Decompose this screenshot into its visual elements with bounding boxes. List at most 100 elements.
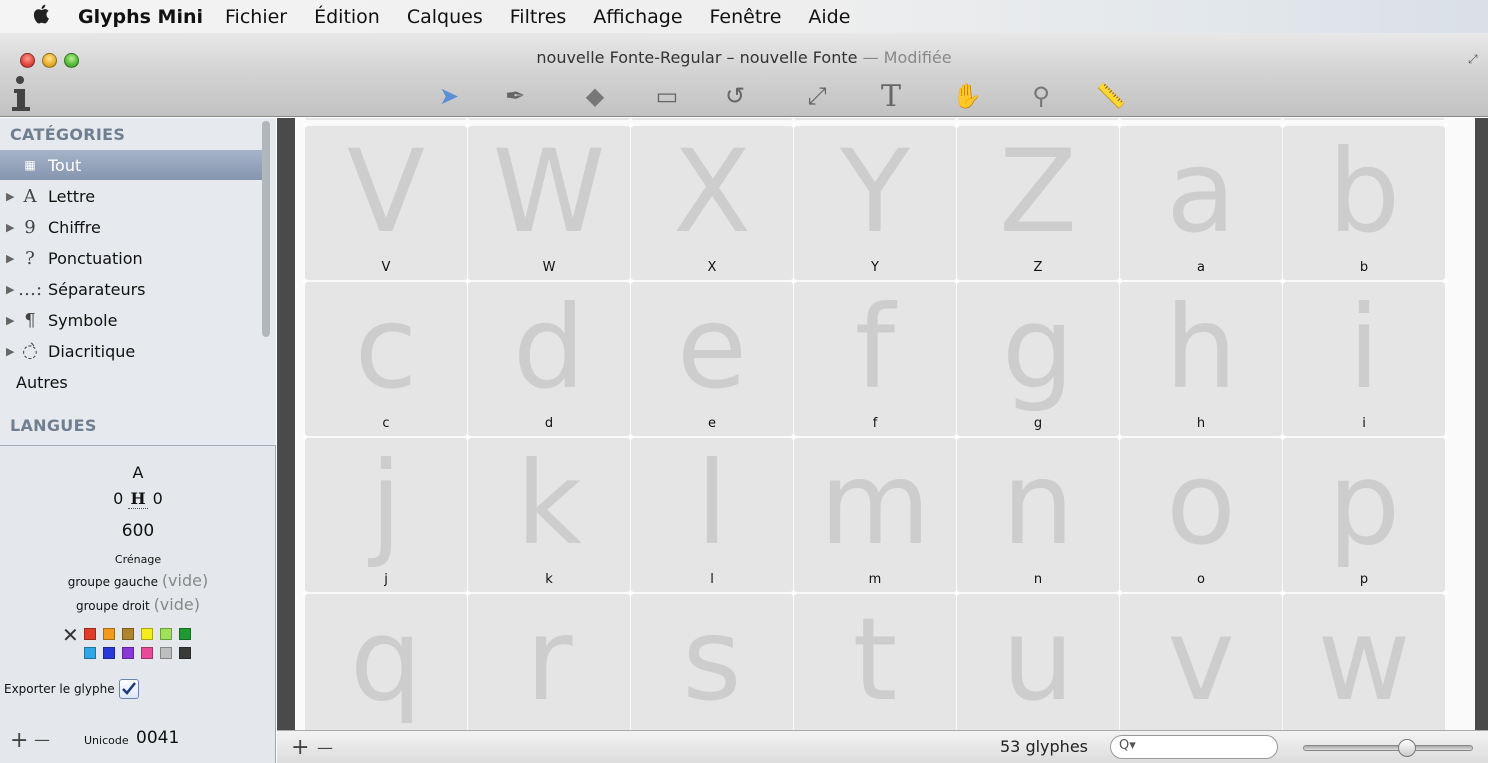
menu-fenetre[interactable]: Fenêtre — [710, 6, 782, 28]
pen-tool-icon[interactable]: ✒ — [498, 79, 532, 113]
color-swatch[interactable] — [179, 647, 191, 659]
color-swatch[interactable] — [179, 628, 191, 640]
add-glyph-button[interactable]: + — [10, 728, 28, 753]
glyph-cell[interactable] — [1120, 118, 1282, 120]
color-swatch[interactable] — [160, 647, 172, 659]
glyph-cell-c[interactable]: cc — [305, 282, 467, 436]
glyph-cell-t[interactable]: t — [794, 594, 956, 730]
menu-calques[interactable]: Calques — [407, 6, 483, 28]
rotate-tool-icon[interactable]: ↺ — [718, 79, 752, 113]
glyph-cell-l[interactable]: ll — [631, 438, 793, 592]
zoom-slider-knob[interactable] — [1398, 739, 1416, 757]
right-group-field[interactable]: (vide) — [154, 595, 200, 614]
glyph-cell-d[interactable]: dd — [468, 282, 630, 436]
search-icon[interactable]: Q▾ — [1119, 738, 1136, 753]
menu-aide[interactable]: Aide — [808, 6, 850, 28]
glyph-cell-b[interactable]: bb — [1283, 126, 1445, 280]
glyph-cell-r[interactable]: r — [468, 594, 630, 730]
glyph-cell-m[interactable]: mm — [794, 438, 956, 592]
glyph-cell-s[interactable]: s — [631, 594, 793, 730]
glyph-cell-i[interactable]: ii — [1283, 282, 1445, 436]
glyph-cell-g[interactable]: gg — [957, 282, 1119, 436]
measure-tool-icon[interactable]: 📏 — [1094, 79, 1128, 113]
add-button[interactable]: + — [291, 735, 309, 760]
menu-fichier[interactable]: Fichier — [225, 6, 287, 28]
apple-menu-icon[interactable] — [32, 3, 64, 31]
scale-tool-icon[interactable]: ⤢ — [800, 79, 834, 113]
color-swatch[interactable] — [103, 647, 115, 659]
hand-tool-icon[interactable]: ✋ — [950, 79, 984, 113]
glyph-cell-h[interactable]: hh — [1120, 282, 1282, 436]
color-swatch[interactable] — [84, 647, 96, 659]
category-item-ponctuation[interactable]: ▶? Ponctuation — [0, 243, 262, 273]
glyph-cell-Y[interactable]: YY — [794, 126, 956, 280]
eraser-tool-icon[interactable]: ◆ — [578, 79, 612, 113]
text-tool-icon[interactable]: T — [874, 79, 908, 114]
zoom-slider[interactable] — [1303, 745, 1473, 751]
left-sidebearing[interactable]: 0 — [113, 489, 123, 508]
glyph-cell-v[interactable]: v — [1120, 594, 1282, 730]
category-scrollbar[interactable] — [262, 121, 270, 337]
disclosure-triangle-icon[interactable]: ▶ — [0, 252, 18, 265]
color-swatch[interactable] — [160, 628, 172, 640]
glyph-cell[interactable] — [794, 118, 956, 120]
glyph-cell-u[interactable]: u — [957, 594, 1119, 730]
disclosure-triangle-icon[interactable]: ▶ — [0, 221, 18, 234]
glyph-cell-Z[interactable]: ZZ — [957, 126, 1119, 280]
unicode-value[interactable]: 0041 — [136, 728, 179, 748]
left-group-field[interactable]: (vide) — [162, 571, 208, 590]
glyph-cell[interactable] — [631, 118, 793, 120]
color-swatch[interactable] — [141, 628, 153, 640]
fullscreen-icon[interactable]: ⤢ — [1468, 52, 1482, 66]
glyph-cell[interactable] — [957, 118, 1119, 120]
sidebearings: 0 H 0 — [0, 489, 276, 509]
glyph-cell[interactable] — [305, 118, 467, 120]
remove-glyph-button[interactable]: — — [34, 730, 50, 749]
glyph-cell-W[interactable]: WW — [468, 126, 630, 280]
color-swatch[interactable] — [122, 628, 134, 640]
menu-edition[interactable]: Édition — [314, 6, 380, 28]
glyph-cell[interactable] — [1283, 118, 1445, 120]
remove-button[interactable]: — — [317, 738, 333, 757]
menu-affichage[interactable]: Affichage — [593, 6, 682, 28]
menu-filtres[interactable]: Filtres — [510, 6, 567, 28]
category-item-séparateurs[interactable]: ▶…: Séparateurs — [0, 274, 262, 304]
glyph-width[interactable]: 600 — [0, 521, 276, 541]
zoom-tool-icon[interactable]: ⚲ — [1024, 79, 1058, 113]
glyph-cell-a[interactable]: aa — [1120, 126, 1282, 280]
color-swatch[interactable] — [103, 628, 115, 640]
category-item-lettre[interactable]: ▶ A Lettre — [0, 181, 262, 211]
info-icon[interactable] — [10, 75, 34, 113]
disclosure-triangle-icon[interactable]: ▶ — [0, 283, 18, 296]
color-swatch[interactable] — [84, 628, 96, 640]
search-field[interactable]: Q▾ — [1110, 735, 1278, 759]
category-item-autres[interactable]: Autres — [0, 367, 262, 397]
glyph-cell-V[interactable]: VV — [305, 126, 467, 280]
glyph-cell-e[interactable]: ee — [631, 282, 793, 436]
disclosure-triangle-icon[interactable]: ▶ — [0, 345, 18, 358]
category-item-symbole[interactable]: ▶ ¶ Symbole — [0, 305, 262, 335]
category-item-diacritique[interactable]: ▶ ◌̀ Diacritique — [0, 336, 262, 366]
clear-color-icon[interactable]: ✕ — [62, 623, 79, 647]
glyph-cell-o[interactable]: oo — [1120, 438, 1282, 592]
glyph-cell-n[interactable]: nn — [957, 438, 1119, 592]
glyph-cell-j[interactable]: jj — [305, 438, 467, 592]
glyph-cell-X[interactable]: XX — [631, 126, 793, 280]
category-item-tout[interactable]: ▦ Tout — [0, 150, 262, 180]
glyph-cell-w[interactable]: w — [1283, 594, 1445, 730]
category-item-chiffre[interactable]: ▶ 9 Chiffre — [0, 212, 262, 242]
glyph-cell[interactable] — [468, 118, 630, 120]
glyph-cell-k[interactable]: kk — [468, 438, 630, 592]
rectangle-tool-icon[interactable]: ▭ — [650, 79, 684, 113]
disclosure-triangle-icon[interactable]: ▶ — [0, 314, 18, 327]
right-sidebearing[interactable]: 0 — [153, 489, 163, 508]
glyph-cell-f[interactable]: ff — [794, 282, 956, 436]
disclosure-triangle-icon[interactable]: ▶ — [0, 190, 18, 203]
glyph-cell-q[interactable]: q — [305, 594, 467, 730]
glyph-cell-p[interactable]: pp — [1283, 438, 1445, 592]
export-checkbox[interactable] — [118, 679, 139, 699]
color-swatch[interactable] — [122, 647, 134, 659]
color-swatch[interactable] — [141, 647, 153, 659]
app-name-menu[interactable]: Glyphs Mini — [78, 6, 203, 28]
select-tool-icon[interactable]: ➤ — [432, 79, 466, 113]
